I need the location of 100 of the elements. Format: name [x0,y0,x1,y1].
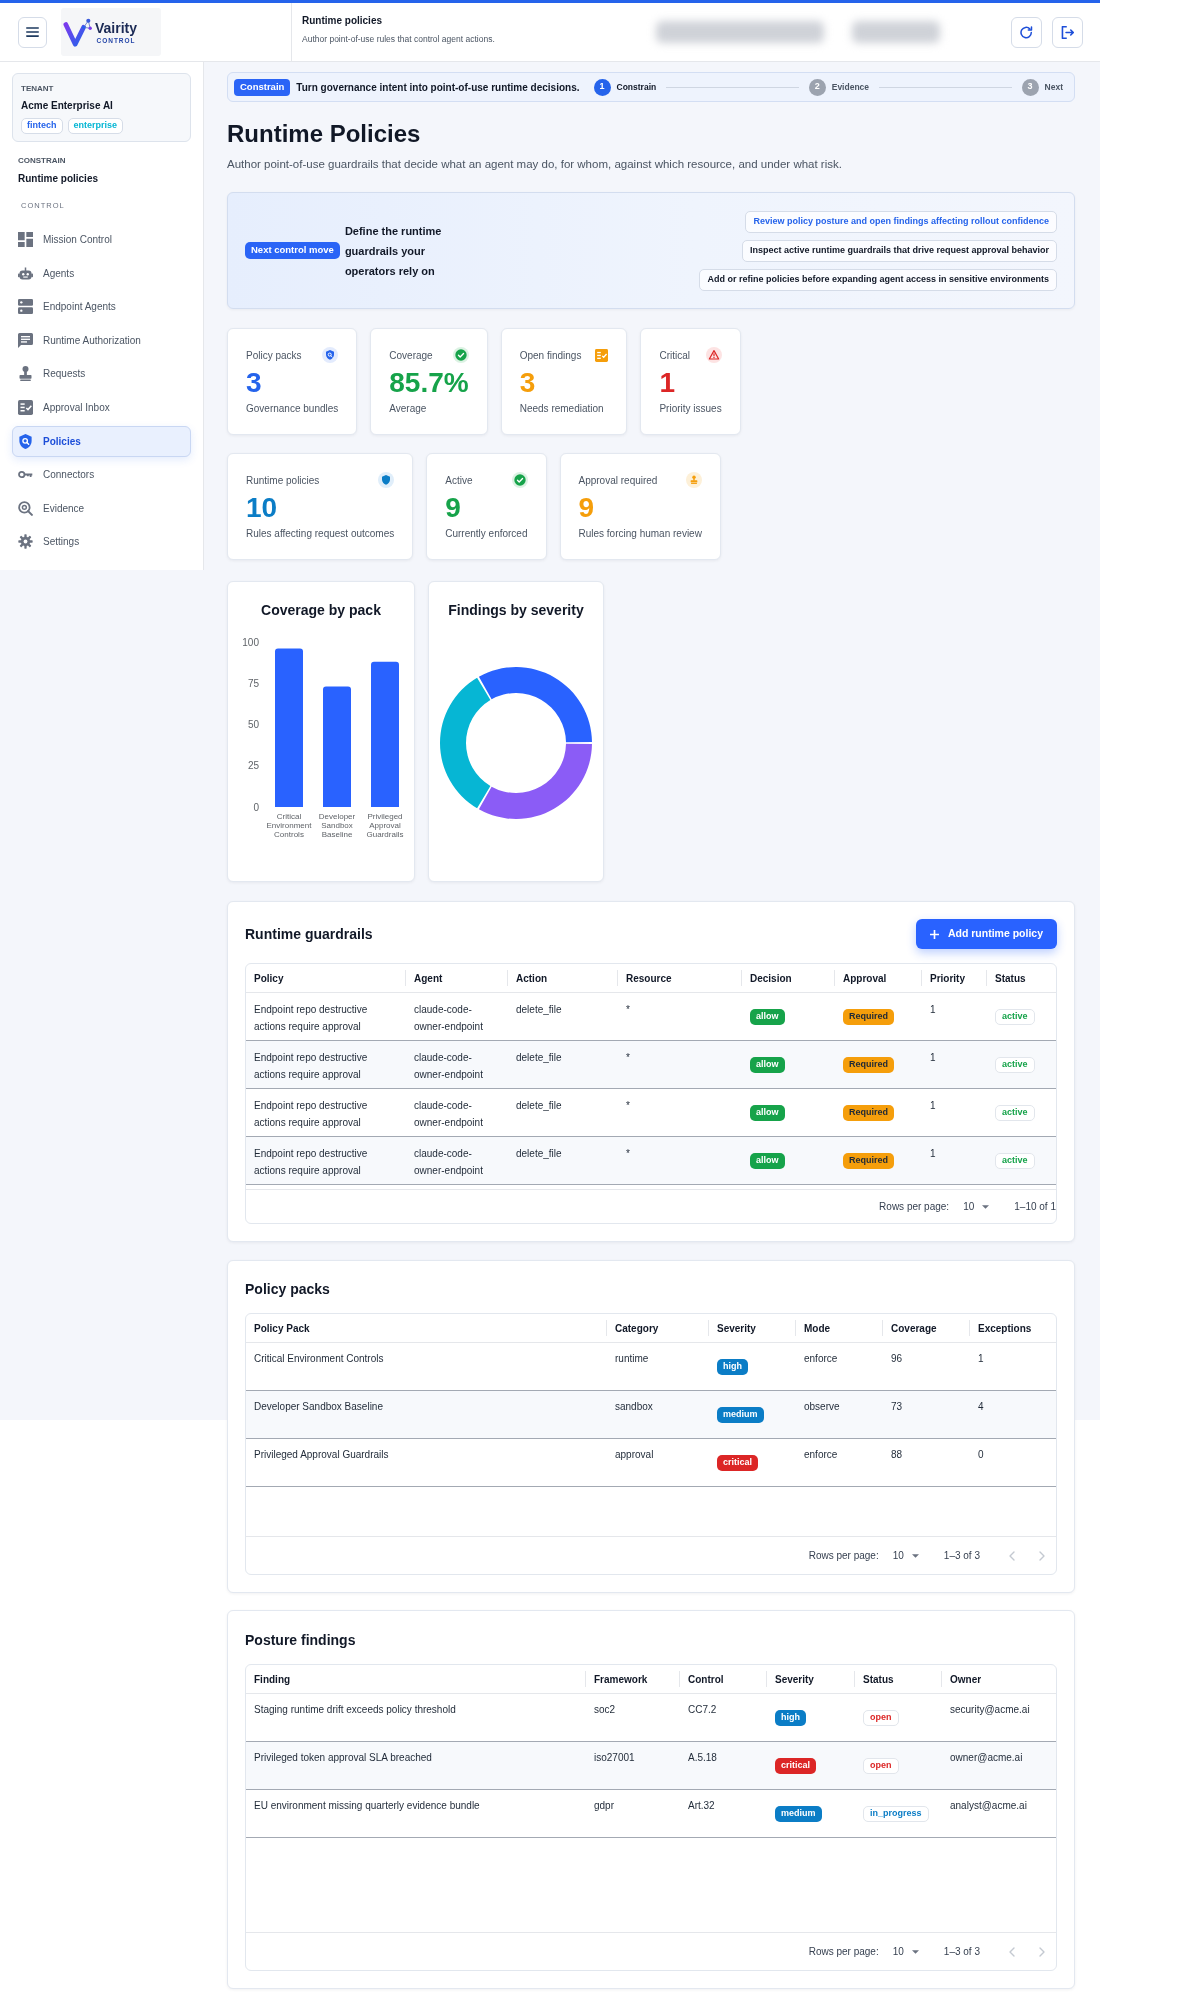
table-cell-text: claude-code-owner-endpoint [413,1003,484,1034]
nav-item[interactable]: Settings [12,526,191,558]
column-header[interactable]: Finding [246,1671,586,1687]
stat-caption: Average [389,402,428,416]
table-cell-text: CC7.2 [687,1703,718,1717]
column-header[interactable]: Exceptions [970,1320,1056,1336]
stat-label: Critical [659,348,690,363]
nav-item[interactable]: Evidence [12,492,191,524]
stamp-icon [685,472,702,488]
checklist-icon [18,399,33,415]
refresh-icon [1020,25,1033,39]
nav-item[interactable]: Mission Control [12,224,191,255]
table-cell-text: enforce [803,1352,839,1366]
page-range: 1–3 of 3 [943,1945,980,1959]
shield-icon [378,472,395,488]
value-badge: Required [843,1104,894,1121]
step-label: Evidence [831,80,870,94]
nav-item[interactable]: Requests [12,358,191,390]
shield-search-icon [18,433,33,449]
logo-mark-icon [63,17,93,47]
column-header[interactable]: Status [855,1671,942,1687]
rows-per-page-select[interactable]: 10 [892,1944,919,1959]
outline-badge: active [995,1152,1035,1169]
menu-button[interactable] [18,16,47,48]
column-header[interactable]: Agent [406,970,508,986]
plus-icon [929,929,939,939]
column-header[interactable]: Priority [922,970,987,986]
action-button[interactable]: Review policy posture and open findings affecting rollout confidence [745,210,1057,233]
checklist-icon [595,348,609,362]
nav-item[interactable]: Endpoint Agents [12,291,191,323]
table-cell-text: gdpr [593,1799,615,1813]
chart-title: Findings by severity [448,601,584,619]
y-axis-label: 0 [253,801,259,812]
value-badge: critical [775,1757,817,1774]
rows-per-page-label: Rows per page: [808,1549,879,1563]
settings-icon [18,534,33,550]
table-cell-text: 1 [977,1352,985,1366]
table-cell-text: delete_file [515,1099,563,1113]
refresh-button[interactable] [1011,16,1042,48]
chart-title: Coverage by pack [261,601,381,619]
table-cell-text: * [625,1051,631,1065]
column-header[interactable]: Policy [246,970,406,986]
rows-per-page-label: Rows per page: [879,1200,950,1214]
stat-caption: Priority issues [659,402,722,416]
rows-per-page-select[interactable]: 10 [892,1548,919,1563]
column-header[interactable]: Framework [586,1671,680,1687]
logout-button[interactable] [1052,16,1083,48]
column-header[interactable]: Approval [835,970,922,986]
x-axis-label: Developer Sandbox Baseline [317,812,357,839]
add-policy-button[interactable]: Add runtime policy [915,919,1057,949]
warning-icon [705,347,722,363]
rows-per-page-label: Rows per page: [808,1945,879,1959]
nav-item[interactable]: Runtime Authorization [12,324,191,356]
table-cell-text: * [625,1099,631,1113]
column-header[interactable]: Coverage [883,1320,970,1336]
y-axis-label: 75 [247,677,259,689]
table-cell-text: runtime [614,1352,650,1366]
column-header[interactable]: Policy Pack [246,1320,607,1336]
column-header[interactable]: Control [680,1671,767,1687]
column-header[interactable]: Severity [709,1320,796,1336]
column-header[interactable]: Action [508,970,618,986]
column-header[interactable]: Severity [767,1671,855,1687]
stat-value: 10 [246,493,279,523]
table-cell-text: * [625,1003,631,1017]
x-axis-label: Critical Environment Controls [265,812,313,839]
table-cell-text: Endpoint repo destructive actions require approval [253,1003,369,1034]
action-button[interactable]: Add or refine policies before expanding agent access in sensitive environments [699,268,1057,291]
column-header[interactable]: Decision [742,970,835,986]
column-header[interactable]: Mode [796,1320,883,1336]
table-cell-text: Endpoint repo destructive actions require approval [253,1147,369,1178]
stat-caption: Needs remediation [519,402,605,416]
nav-item[interactable]: Agents [12,257,191,289]
section-label: CONSTRAIN [17,155,67,167]
column-header[interactable]: Owner [942,1671,1056,1687]
caret-icon [982,1204,990,1209]
nav-item[interactable]: Connectors [12,459,191,491]
check-circle-icon [452,347,469,363]
stat-label: Approval required [578,473,658,488]
check-circle-icon [511,472,528,488]
y-axis-label: 50 [247,719,259,730]
table-cell-text: 4 [977,1400,985,1414]
rows-per-page-select[interactable]: 10 [963,1199,990,1214]
nav-item[interactable]: Policies [12,425,191,457]
table-cell-text: claude-code-owner-endpoint [413,1051,484,1082]
table-cell-text: 96 [890,1352,904,1366]
outline-badge: open [863,1709,899,1726]
stat-caption: Governance bundles [246,402,339,416]
table-cell-text: sandbox [614,1400,654,1414]
header-title: Runtime policies [302,14,383,27]
hero-heading: Define the runtime guardrails your operators rely on [344,223,443,279]
column-header[interactable]: Resource [618,970,742,986]
column-header[interactable]: Category [607,1320,709,1336]
outline-badge: active [995,1008,1035,1025]
nav-item[interactable]: Approval Inbox [12,391,191,423]
table-cell-text: Developer Sandbox Baseline [253,1400,384,1414]
value-badge: high [775,1709,806,1726]
action-button[interactable]: Inspect active runtime guardrails that drive request approval behavior [741,239,1057,262]
caret-icon [911,1949,919,1954]
column-header[interactable]: Status [987,970,1056,986]
step-label: Next [1044,80,1063,94]
